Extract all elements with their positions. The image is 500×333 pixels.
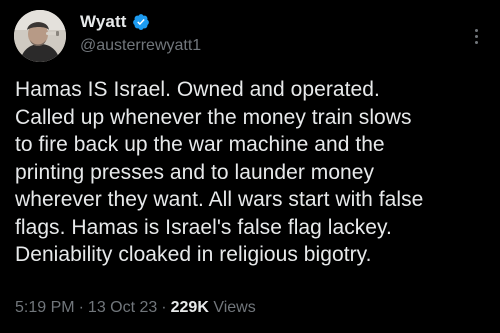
verified-badge-icon xyxy=(133,14,150,30)
tweet-meta: 5:19 PM · 13 Oct 23 · 229K Views xyxy=(15,299,256,317)
meta-separator: · xyxy=(78,299,84,316)
display-name[interactable]: Wyatt xyxy=(80,12,126,32)
tweet-date[interactable]: 13 Oct 23 xyxy=(88,299,157,316)
tweet-time[interactable]: 5:19 PM xyxy=(15,299,75,316)
name-row: Wyatt xyxy=(80,12,150,32)
views-count: 229K xyxy=(170,299,209,316)
meta-separator: · xyxy=(161,299,167,316)
avatar-image xyxy=(14,10,66,62)
more-options-icon[interactable] xyxy=(466,26,486,46)
avatar[interactable] xyxy=(14,10,66,62)
tweet-text: Hamas IS Israel. Owned and operated. Cal… xyxy=(15,78,424,266)
tweet: Wyatt @austerrewyatt1 Hamas IS Israel. O… xyxy=(0,0,500,333)
views-label: Views xyxy=(213,299,256,316)
handle[interactable]: @austerrewyatt1 xyxy=(80,37,201,55)
